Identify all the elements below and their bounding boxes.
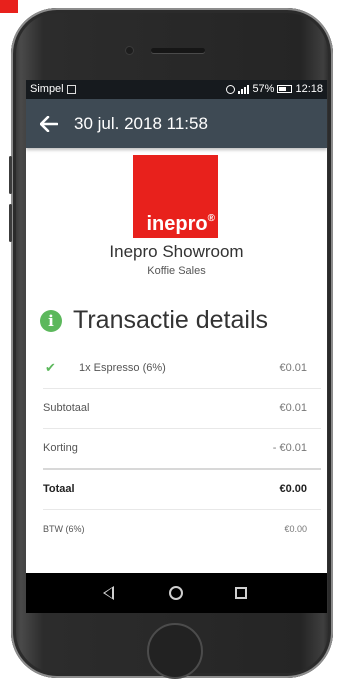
info-circle-icon: i (40, 309, 62, 332)
subtotal-value: €0.01 (279, 402, 307, 414)
vat-row: BTW (6%) €0.00 (43, 509, 321, 547)
battery-level: 57% (252, 83, 275, 95)
discount-label: Korting (43, 442, 78, 454)
status-bar: Simpel 57% 12:18 (26, 80, 327, 99)
screen: Simpel 57% 12:18 30 jul. 2018 11:58 inep… (26, 80, 327, 613)
line-item: ✔ 1x Espresso (6%) €0.01 (43, 348, 321, 387)
carrier-label: Simpel (30, 83, 64, 95)
nav-home-icon[interactable] (169, 586, 183, 600)
line-item-value: €0.01 (279, 361, 307, 374)
back-button[interactable] (40, 99, 70, 148)
section-title: Transactie details (73, 306, 268, 334)
alarm-icon (226, 84, 236, 94)
app-bar: 30 jul. 2018 11:58 (26, 99, 327, 148)
phone-home-key (147, 623, 203, 679)
total-label: Totaal (43, 483, 75, 495)
sim-icon (66, 84, 76, 94)
clock: 12:18 (295, 83, 323, 95)
earpiece-speaker (151, 48, 205, 53)
phone-side-button (9, 204, 12, 242)
status-right: 57% 12:18 (226, 83, 323, 95)
status-left: Simpel (30, 83, 76, 95)
logo-text: inepro® (146, 213, 216, 235)
subtotal-row: Subtotaal €0.01 (43, 388, 321, 427)
front-camera (126, 47, 133, 54)
discount-row: Korting - €0.01 (43, 428, 321, 467)
total-row: Totaal €0.00 (43, 468, 321, 508)
total-value: €0.00 (279, 483, 307, 495)
nav-recents-icon[interactable] (235, 587, 247, 599)
discount-value: - €0.01 (272, 442, 307, 454)
corner-mark (0, 0, 18, 13)
inepro-logo: inepro® (133, 155, 218, 238)
line-item-label: 1x Espresso (6%) (79, 361, 166, 374)
section-header: i Transactie details (40, 306, 268, 335)
store-name: Inepro Showroom (109, 242, 244, 261)
system-nav-bar (26, 573, 327, 613)
battery-icon (277, 85, 293, 93)
arrow-left-icon (40, 115, 58, 132)
check-icon: ✔ (45, 359, 56, 375)
signal-icon (238, 84, 250, 94)
page-title: 30 jul. 2018 11:58 (74, 113, 208, 133)
store-subtitle: Koffie Sales (147, 265, 206, 277)
vat-label: BTW (6%) (43, 523, 85, 534)
nav-back-icon[interactable] (103, 586, 114, 600)
subtotal-label: Subtotaal (43, 402, 90, 414)
transaction-content: inepro® Inepro Showroom Koffie Sales i T… (26, 148, 327, 573)
phone-side-button (9, 156, 12, 194)
vat-value: €0.00 (284, 523, 307, 534)
